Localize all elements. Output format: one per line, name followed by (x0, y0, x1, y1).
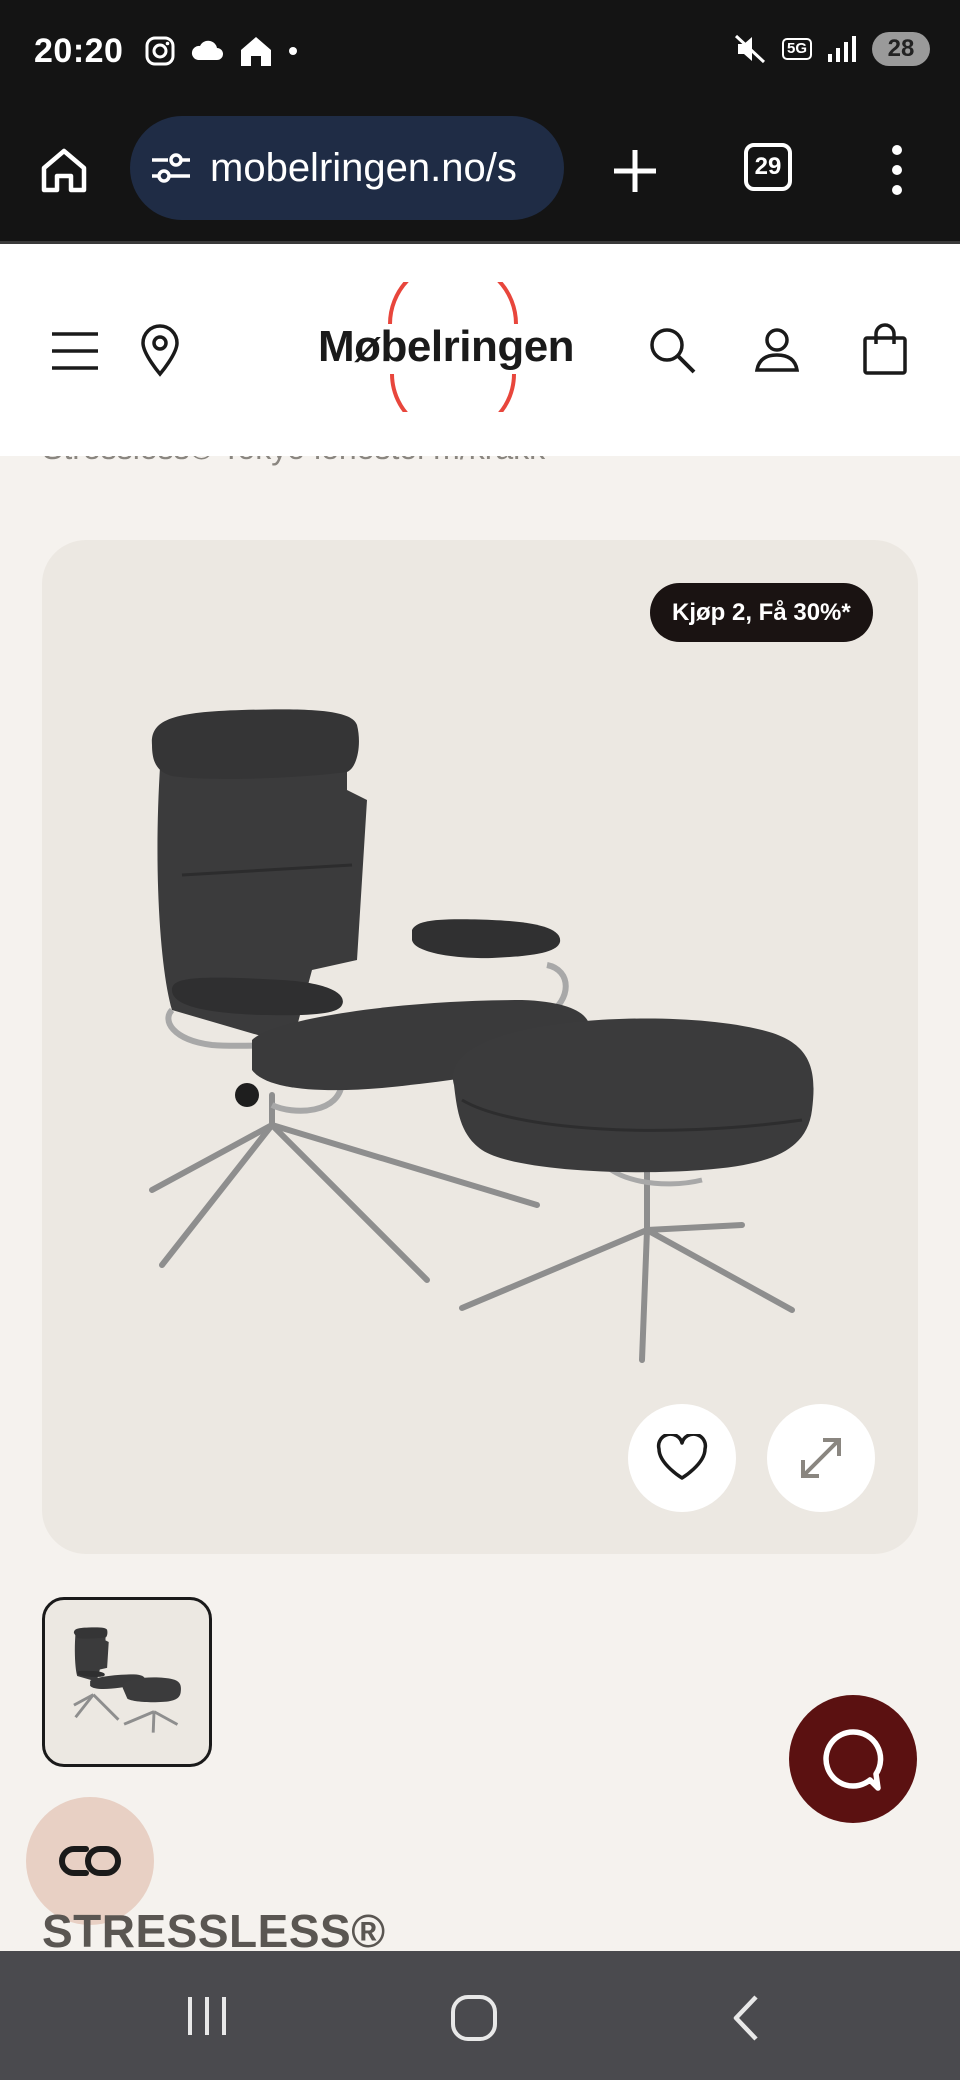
shopping-bag-icon (863, 323, 907, 375)
signal-icon (828, 36, 856, 62)
status-system-icons: 5G 28 (734, 32, 930, 66)
instagram-icon (145, 36, 175, 66)
recents-icon (188, 1997, 226, 2035)
search-button[interactable] (646, 324, 698, 376)
expand-icon (801, 1438, 841, 1478)
home-icon (41, 148, 87, 193)
chat-button[interactable] (789, 1695, 917, 1823)
back-button[interactable] (728, 1993, 764, 2043)
location-pin-icon (141, 324, 179, 377)
breadcrumb[interactable]: Stressless® Tokyo lenestol m/krakk (42, 456, 545, 467)
network-type: 5G (781, 38, 812, 60)
cart-button[interactable] (862, 322, 908, 376)
heart-icon (656, 1434, 708, 1480)
home-status-icon (241, 37, 271, 66)
system-home-button[interactable] (448, 1993, 500, 2043)
product-image-gallery[interactable] (42, 540, 918, 1554)
recent-apps-button[interactable] (180, 1993, 234, 2039)
url-text: mobelringen.no/s (210, 145, 517, 190)
system-navigation-bar (0, 1951, 960, 2080)
user-icon (754, 328, 800, 372)
search-icon (650, 328, 696, 374)
site-logo: Møbelringen (318, 322, 575, 371)
tune-icon[interactable] (148, 148, 194, 188)
product-image (149, 709, 814, 1363)
new-tab-button[interactable] (608, 144, 662, 198)
co-icon (59, 1846, 121, 1876)
promo-badge: Kjøp 2, Få 30%* (650, 583, 873, 642)
battery-indicator: 28 (872, 32, 930, 66)
cloud-icon (191, 40, 223, 60)
product-brand-title: STRESSLESS® (42, 1905, 386, 1957)
hamburger-icon (52, 332, 98, 370)
back-icon (733, 1995, 758, 2041)
store-locator-button[interactable] (138, 324, 182, 378)
mute-icon (734, 34, 766, 64)
more-vert-icon (892, 145, 902, 195)
dot-icon (289, 47, 297, 55)
menu-button[interactable] (50, 326, 100, 376)
expand-image-button[interactable] (767, 1404, 875, 1512)
home-circle-icon (451, 1995, 497, 2041)
status-notification-icons (144, 34, 298, 68)
browser-home-button[interactable] (36, 142, 92, 198)
account-button[interactable] (754, 326, 800, 374)
plus-icon (614, 150, 656, 192)
status-time: 20:20 (34, 32, 124, 70)
status-bar: 20:20 5G 28 (0, 0, 960, 105)
thumbnail-image-1[interactable] (42, 1597, 212, 1767)
address-bar[interactable]: mobelringen.no/s (130, 116, 564, 220)
tab-switcher-button[interactable]: 29 (744, 143, 792, 191)
chat-icon (823, 1729, 884, 1791)
favorite-button[interactable] (628, 1404, 736, 1512)
breadcrumb-wrapper: Stressless® Tokyo lenestol m/krakk (0, 456, 960, 486)
thumbnail-chair-image (73, 1627, 181, 1733)
browser-menu-button[interactable] (880, 140, 914, 200)
